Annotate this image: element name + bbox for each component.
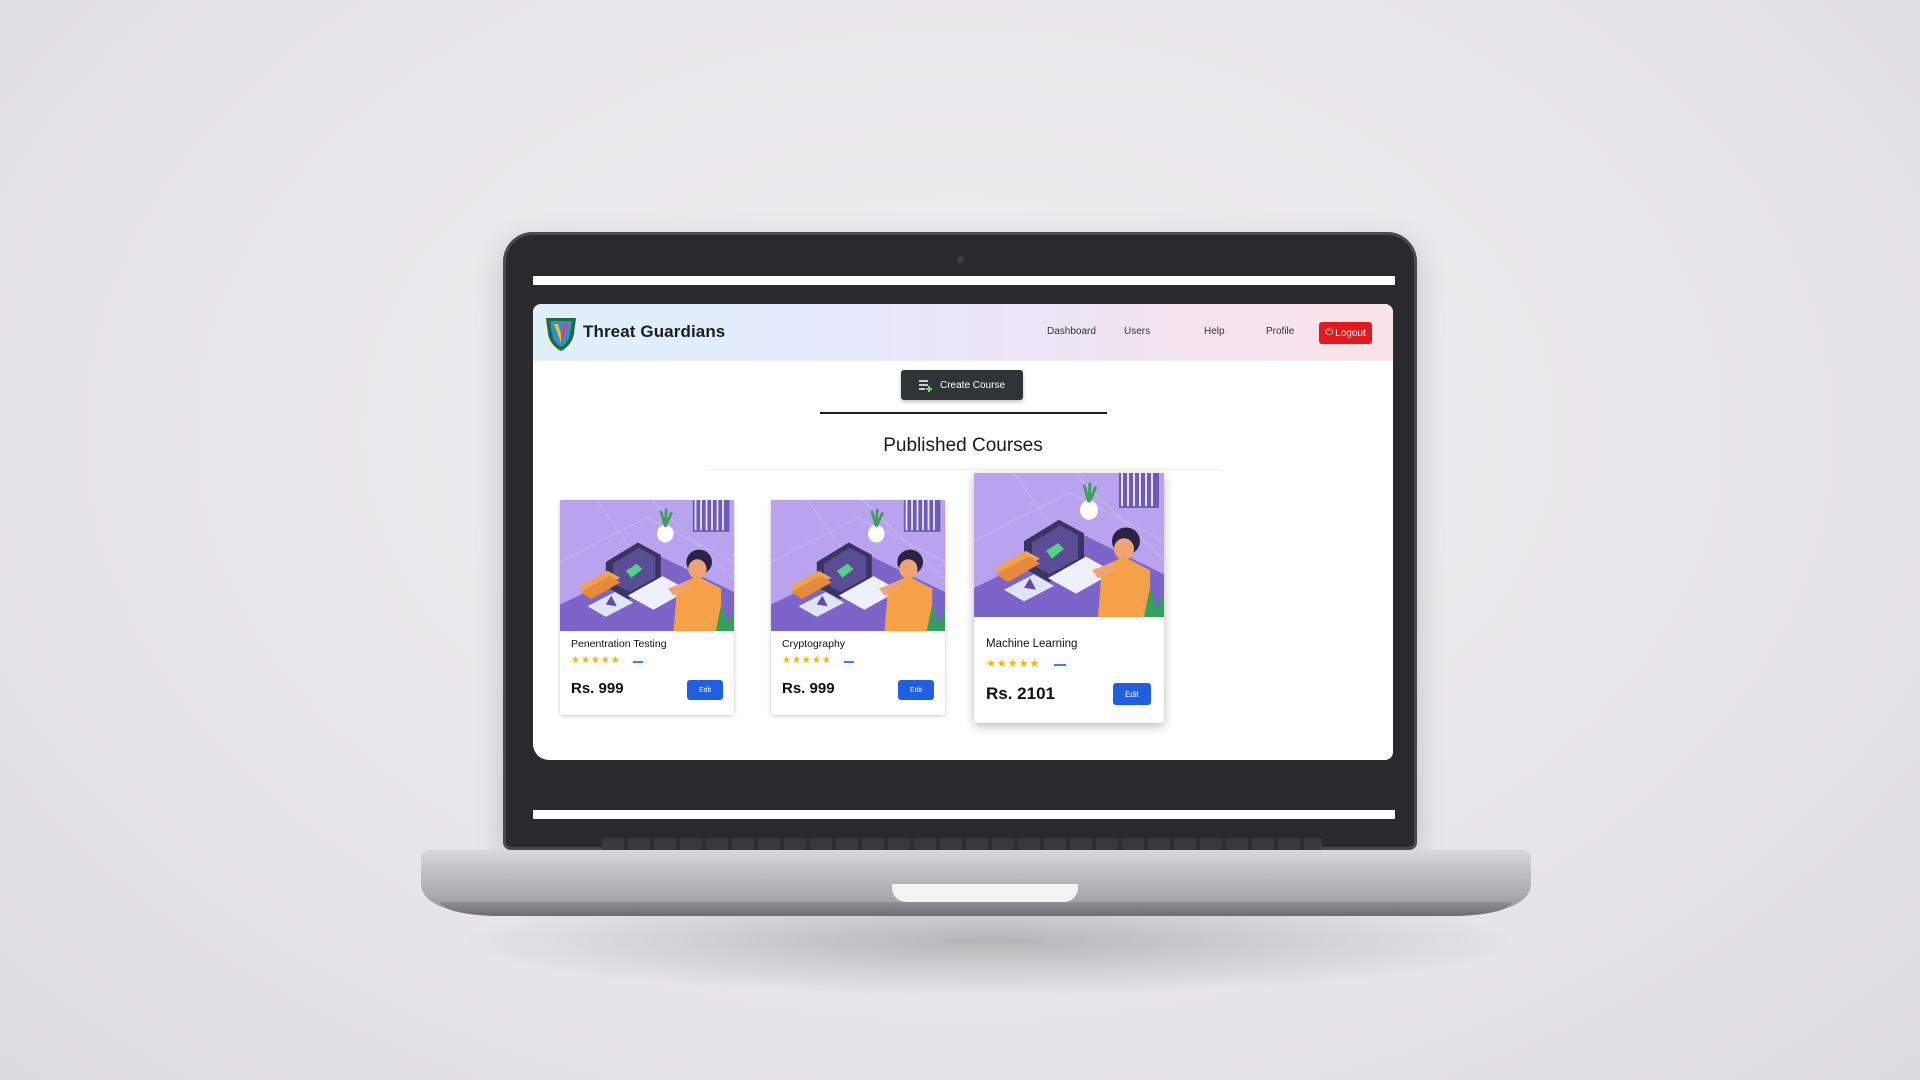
rating-stars: ★★★★★ — [782, 655, 832, 666]
laptop-base-edge — [440, 902, 1512, 916]
logout-button[interactable]: ⏻ Logout — [1319, 322, 1372, 344]
webcam — [957, 256, 964, 263]
nav-dashboard[interactable]: Dashboard — [1047, 326, 1096, 337]
shield-logo-icon — [546, 318, 576, 351]
navbar: Threat Guardians Dashboard Users Help Pr… — [533, 304, 1393, 361]
power-icon: ⏻ — [1325, 327, 1334, 338]
course-title: Machine Learning — [986, 638, 1078, 650]
create-course-button[interactable]: Create Course — [901, 370, 1023, 400]
rating-dash — [633, 661, 643, 663]
rating-dash — [1054, 664, 1066, 666]
course-card[interactable]: Cryptography ★★★★★ Rs. 999 Edit — [771, 500, 945, 715]
nav-profile[interactable]: Profile — [1266, 326, 1294, 337]
create-course-label: Create Course — [939, 379, 1006, 391]
nav-help[interactable]: Help — [1204, 326, 1225, 337]
section-divider — [820, 412, 1107, 414]
screen-bezel-strip-bottom — [533, 810, 1395, 819]
laptop-opening-notch — [892, 884, 1078, 902]
course-price: Rs. 2101 — [986, 684, 1055, 703]
screen-bezel-strip-top — [533, 276, 1395, 285]
section-title: Published Courses — [883, 435, 1043, 456]
brand-name[interactable]: Threat Guardians — [583, 322, 725, 342]
course-title: Penentration Testing — [571, 638, 667, 650]
course-price: Rs. 999 — [571, 680, 624, 697]
course-thumbnail-image — [771, 500, 945, 631]
section-underline — [705, 469, 1221, 470]
browser-screen: Threat Guardians Dashboard Users Help Pr… — [533, 304, 1393, 760]
edit-button[interactable]: Edit — [898, 680, 934, 700]
logout-label: Logout — [1335, 327, 1366, 339]
nav-users[interactable]: Users — [1124, 326, 1150, 337]
course-title: Cryptography — [782, 638, 846, 650]
course-card[interactable]: Machine Learning ★★★★★ Rs. 2101 Edit — [974, 473, 1164, 723]
edit-button[interactable]: Edit — [687, 680, 723, 700]
rating-dash — [844, 661, 854, 663]
add-list-icon — [918, 379, 932, 392]
rating-stars: ★★★★★ — [986, 658, 1041, 670]
rating-stars: ★★★★★ — [571, 655, 621, 666]
edit-button[interactable]: Edit — [1113, 683, 1151, 705]
course-thumbnail-image — [560, 500, 734, 631]
course-price: Rs. 999 — [782, 680, 835, 697]
course-thumbnail-image — [974, 473, 1164, 617]
course-card[interactable]: Penentration Testing ★★★★★ Rs. 999 Edit — [560, 500, 734, 715]
laptop-shadow — [470, 905, 1510, 995]
